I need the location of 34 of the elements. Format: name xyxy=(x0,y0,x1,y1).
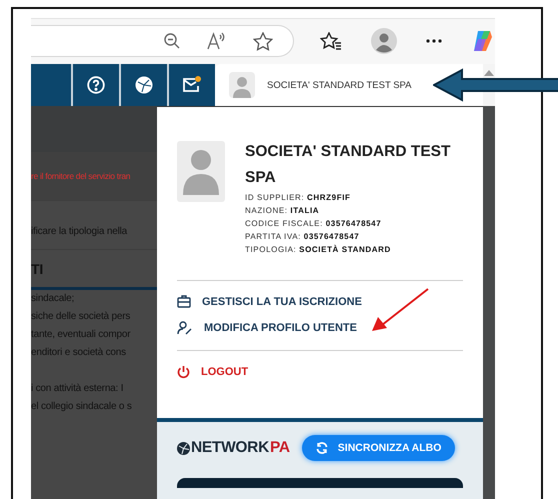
star-icon[interactable] xyxy=(253,32,273,50)
address-bar[interactable] xyxy=(31,25,294,57)
more-icon[interactable] xyxy=(426,39,442,43)
annotation-arrow xyxy=(370,287,430,333)
company-name: SOCIETA' STANDARD TEST SPA xyxy=(245,142,452,188)
profile-icon[interactable] xyxy=(371,28,397,54)
logo-text: PA xyxy=(270,439,290,457)
scroll-up-icon[interactable] xyxy=(484,70,494,76)
read-aloud-icon[interactable] xyxy=(207,32,227,50)
menu-item[interactable]: GESTISCI LA TUA ISCRIZIONE xyxy=(177,295,463,308)
detail-text: ID SUPPLIER: CHRZ9FIF xyxy=(245,192,352,204)
briefcase-icon xyxy=(177,295,191,308)
menu-item[interactable]: MODIFICA PROFILO UTENTE xyxy=(177,321,463,335)
user-edit-icon xyxy=(177,321,193,335)
user-tab[interactable]: SOCIETA' STANDARD TEST SPA xyxy=(215,64,483,106)
avatar-icon xyxy=(229,72,255,98)
mail-icon[interactable] xyxy=(182,77,202,93)
power-icon xyxy=(177,365,190,379)
detail-text: CODICE FISCALE: 03576478547 xyxy=(245,218,382,230)
sync-button[interactable]: SINCRONIZZA ALBO xyxy=(302,435,456,461)
zoom-out-icon[interactable] xyxy=(163,32,181,50)
detail-text: NAZIONE: ITALIA xyxy=(245,205,320,217)
copilot-icon[interactable] xyxy=(471,29,495,53)
globe-icon[interactable] xyxy=(135,76,153,94)
logout-item[interactable]: LOGOUT xyxy=(177,365,463,379)
favorites-icon[interactable] xyxy=(320,32,342,50)
help-icon[interactable] xyxy=(87,76,105,94)
logo-text: NETWORK xyxy=(191,439,269,457)
avatar-icon xyxy=(177,141,225,202)
sync-icon xyxy=(316,442,328,454)
notice-text: re il fornitore del servizio tran xyxy=(31,152,157,201)
detail-text: TIPOLOGIA: SOCIETÀ STANDARD xyxy=(245,244,392,256)
globe-icon xyxy=(177,442,190,454)
detail-text: PARTITA IVA: 03576478547 xyxy=(245,231,360,243)
